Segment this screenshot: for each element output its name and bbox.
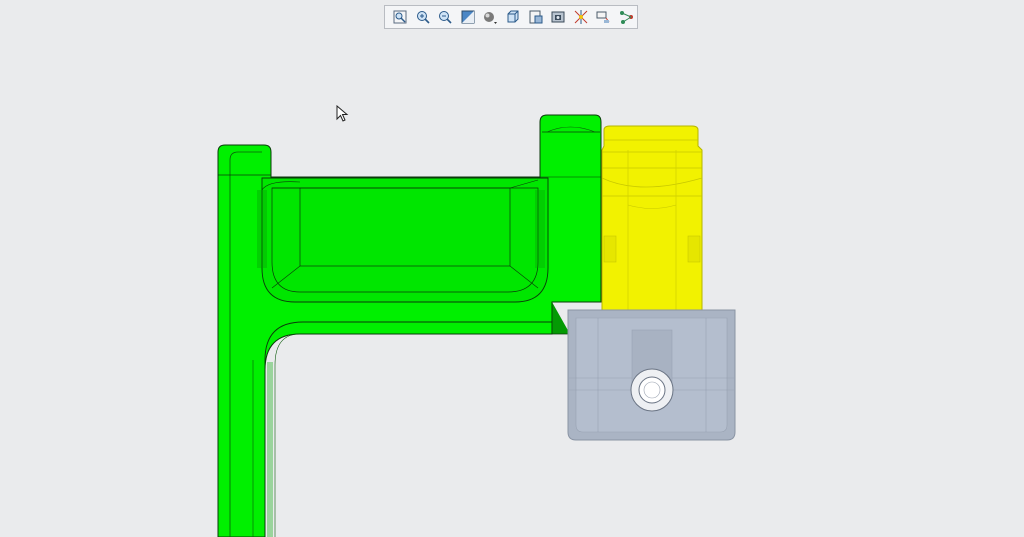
- model-scene[interactable]: [0, 0, 1024, 537]
- gray-block-part[interactable]: [567, 309, 736, 441]
- graphics-viewport[interactable]: [0, 0, 1024, 537]
- mouse-pointer-icon: [336, 104, 350, 128]
- green-bracket-part[interactable]: [217, 114, 602, 537]
- yellow-cylinder-part[interactable]: [601, 125, 703, 311]
